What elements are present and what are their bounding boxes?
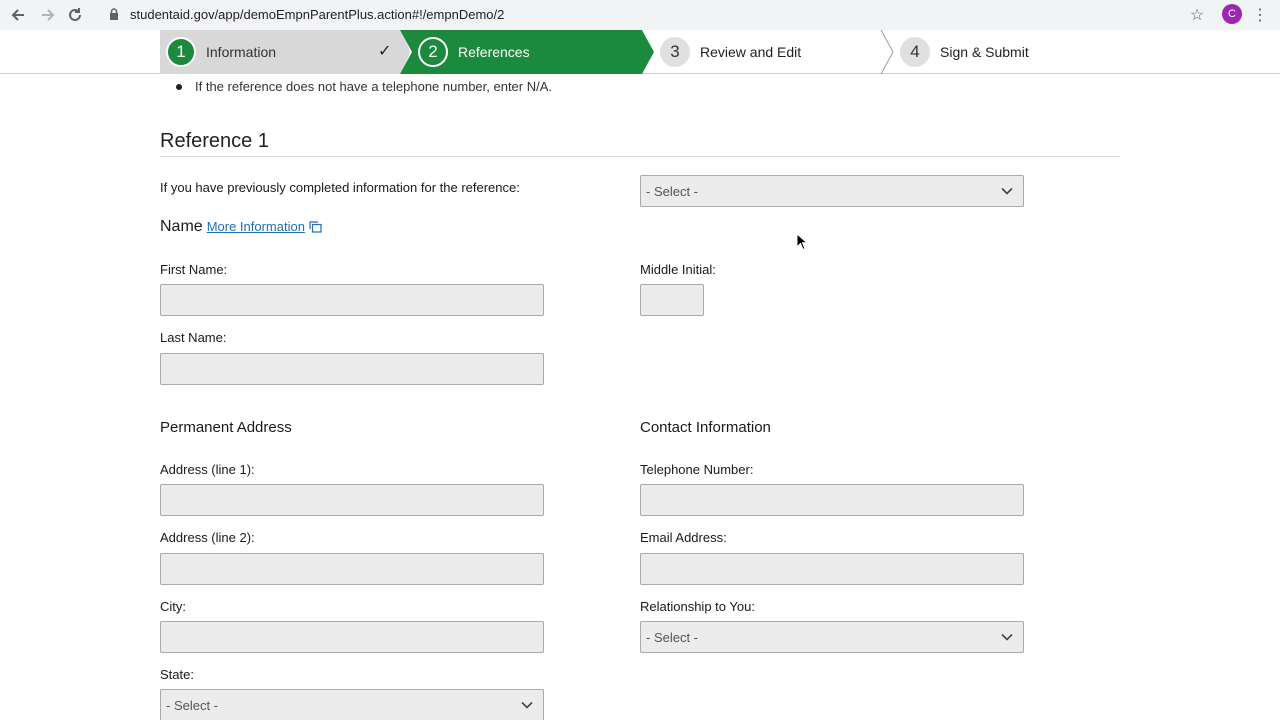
browser-toolbar: studentaid.gov/app/demoEmpnParentPlus.ac… — [0, 0, 1280, 30]
lock-icon — [106, 6, 122, 22]
step-number: 3 — [660, 37, 690, 67]
select-value: - Select - — [646, 629, 699, 645]
middle-initial-label: Middle Initial: — [640, 262, 716, 277]
step-label: Information — [206, 44, 277, 60]
state-select[interactable]: - Select - — [160, 689, 544, 720]
first-name-label: First Name: — [160, 262, 228, 277]
step-label: Sign & Submit — [940, 44, 1029, 60]
telephone-input[interactable] — [640, 484, 1024, 516]
more-information-text: More Information — [206, 219, 305, 234]
instruction-text: If the reference does not have a telepho… — [195, 79, 553, 94]
address-bar[interactable]: studentaid.gov/app/demoEmpnParentPlus.ac… — [98, 1, 1218, 27]
url-text: studentaid.gov/app/demoEmpnParentPlus.ac… — [130, 6, 505, 22]
permanent-address-heading: Permanent Address — [160, 419, 292, 436]
back-arrow-icon[interactable] — [8, 4, 30, 26]
bullet-dot — [176, 83, 182, 90]
chevron-down-icon — [1001, 633, 1013, 641]
external-window-icon — [309, 220, 322, 233]
last-name-input[interactable] — [160, 353, 544, 385]
step-sign-and-submit[interactable]: 4 Sign & Submit — [894, 30, 1120, 74]
checkmark-icon: ✓ — [378, 43, 392, 60]
relationship-label: Relationship to You: — [640, 599, 755, 614]
step-information[interactable]: 1 Information ✓ — [160, 30, 410, 74]
section-title: Reference 1 — [160, 130, 269, 152]
city-label: City: — [160, 599, 186, 614]
forward-arrow-icon[interactable] — [36, 4, 58, 26]
step-divider-icon — [880, 30, 894, 74]
contact-information-heading: Contact Information — [640, 419, 771, 436]
name-heading: Name More Information — [160, 218, 322, 236]
address-line1-label: Address (line 1): — [160, 462, 255, 477]
step-number: 1 — [166, 37, 196, 67]
step-references[interactable]: 2 References — [400, 30, 654, 74]
profile-avatar[interactable]: C — [1222, 4, 1242, 24]
middle-initial-input[interactable] — [640, 284, 704, 316]
previous-reference-label: If you have previously completed informa… — [160, 180, 520, 195]
step-progress-bar: 1 Information ✓ 2 References 3 Review an… — [0, 30, 1280, 74]
telephone-label: Telephone Number: — [640, 462, 754, 477]
address-line1-input[interactable] — [160, 484, 544, 516]
section-divider — [160, 156, 1120, 157]
city-input[interactable] — [160, 621, 544, 653]
instruction-bullet: If the reference does not have a telepho… — [176, 79, 552, 94]
step-review-and-edit[interactable]: 3 Review and Edit — [654, 30, 894, 74]
step-number: 2 — [418, 37, 448, 67]
step-label: References — [458, 44, 530, 60]
chevron-down-icon — [1001, 187, 1013, 195]
menu-kebab-icon[interactable]: ⋮ — [1252, 4, 1268, 26]
step-number: 4 — [900, 37, 930, 67]
state-label: State: — [160, 667, 194, 682]
name-label: Name — [160, 218, 203, 235]
address-line2-input[interactable] — [160, 553, 544, 585]
reload-icon[interactable] — [64, 4, 86, 26]
relationship-select[interactable]: - Select - — [640, 621, 1024, 653]
more-information-link[interactable]: More Information — [207, 219, 322, 234]
select-value: - Select - — [646, 183, 699, 199]
email-label: Email Address: — [640, 530, 727, 545]
address-line2-label: Address (line 2): — [160, 530, 255, 545]
email-input[interactable] — [640, 553, 1024, 585]
first-name-input[interactable] — [160, 284, 544, 316]
last-name-label: Last Name: — [160, 330, 227, 345]
mouse-cursor-icon — [796, 233, 808, 251]
chevron-down-icon — [521, 701, 533, 709]
bookmark-star-icon[interactable]: ☆ — [1186, 4, 1208, 26]
select-value: - Select - — [166, 697, 219, 713]
previous-reference-select[interactable]: - Select - — [640, 175, 1024, 207]
step-label: Review and Edit — [700, 44, 802, 60]
